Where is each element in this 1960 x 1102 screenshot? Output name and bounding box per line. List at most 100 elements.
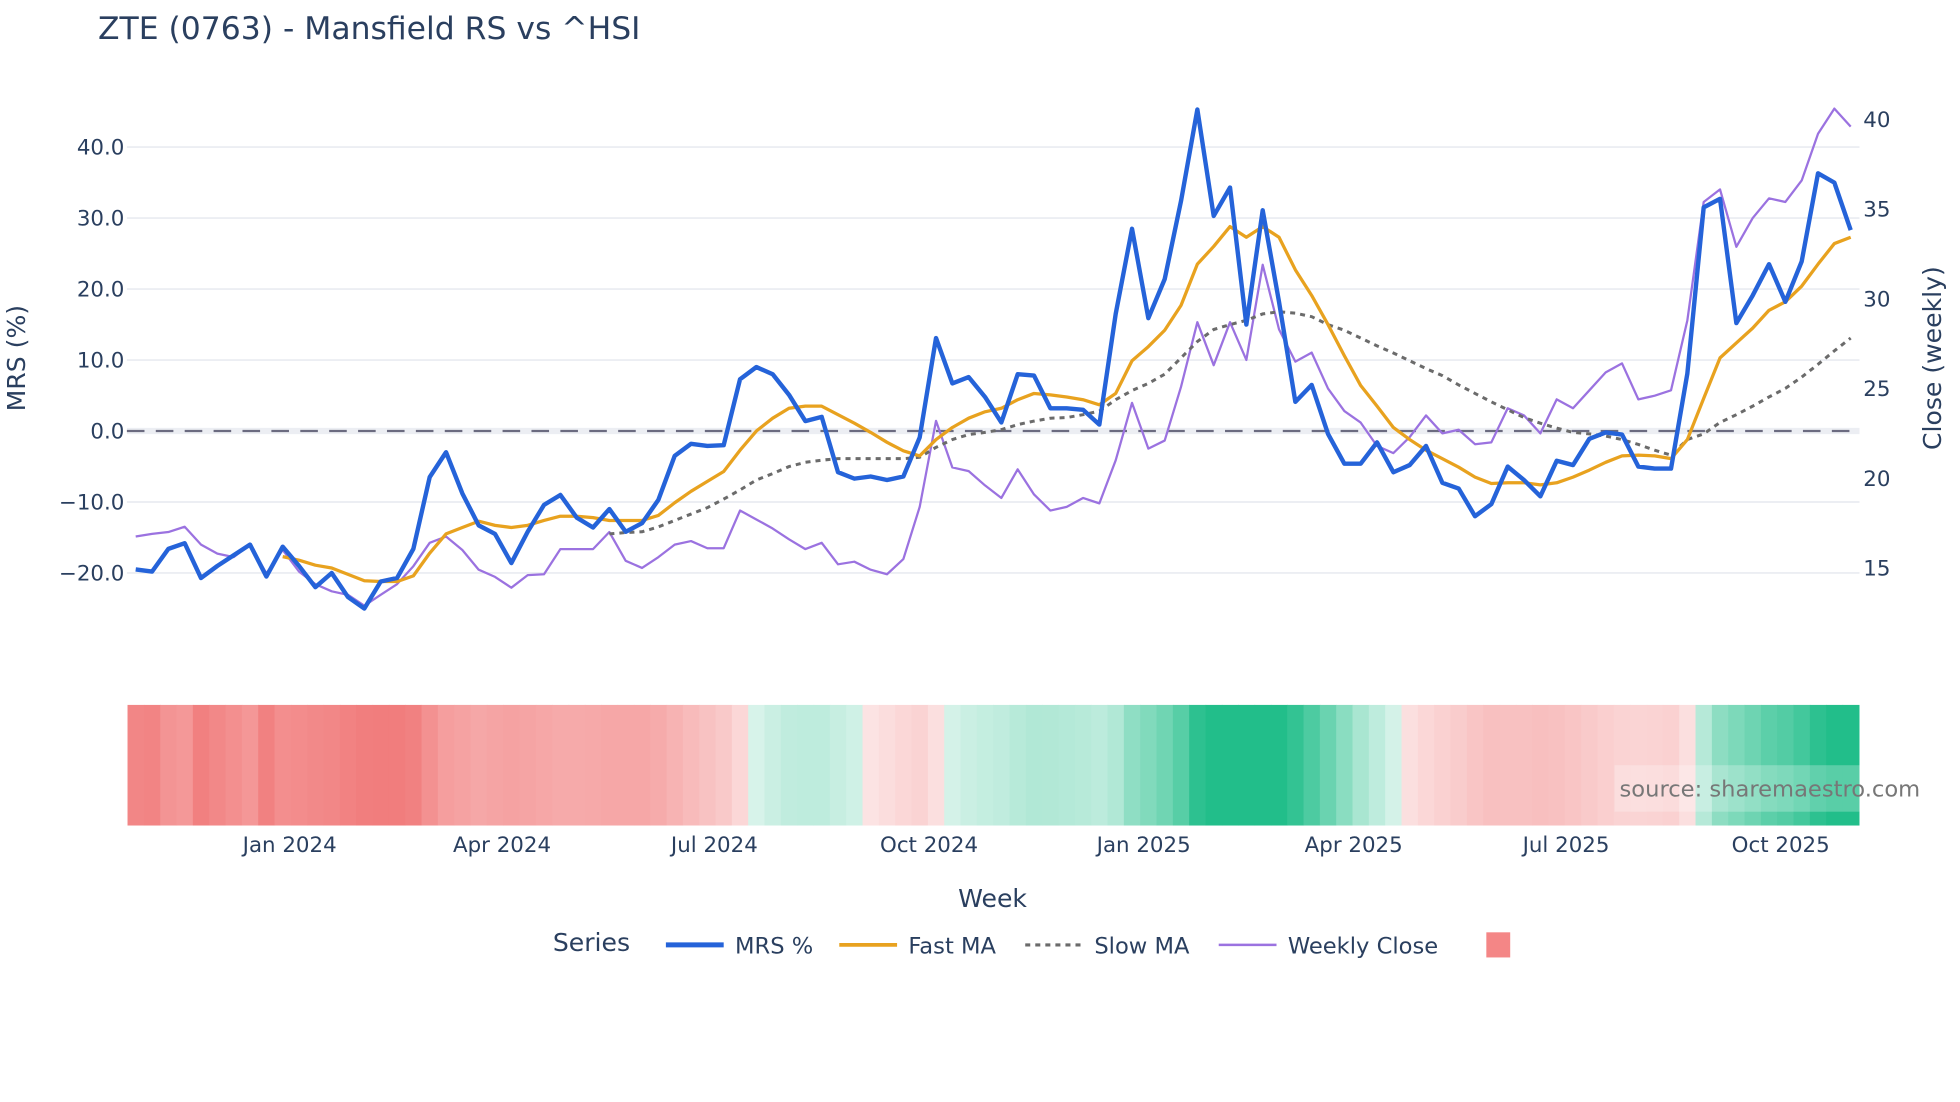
gridlines [126,146,1860,574]
heatmap-cell [519,704,537,826]
legend-swatch-heatmap[interactable] [1486,932,1511,958]
legend-title: Series [553,928,630,957]
heatmap-cell [911,704,929,826]
legend-item-weekly-close[interactable]: Weekly Close [1218,934,1438,960]
x-tick-label: Oct 2025 [1732,833,1830,858]
legend-item-mrs[interactable]: MRS % [665,934,813,960]
x-axis-ticks: Jan 2024 Apr 2024 Jul 2024 Oct 2024 Jan 2025… [241,833,1830,858]
heatmap-cell [1417,704,1435,826]
x-tick-label: Jul 2025 [1521,833,1610,858]
heatmap-cell [797,704,815,826]
heatmap-cell [895,704,913,826]
heatmap-cell [421,704,439,826]
x-tick-label: Jul 2024 [669,833,758,858]
y2-tick-label: 30 [1863,287,1890,312]
x-tick-label: Oct 2024 [880,833,978,858]
heatmap-cell [731,704,749,826]
heatmap-cell [1581,704,1599,826]
heatmap-cell [225,704,243,826]
heatmap-cell [486,704,504,826]
heatmap-cell [323,704,341,826]
heatmap-cell [1352,704,1370,826]
heatmap-cell [192,704,210,826]
heatmap-cell [1221,704,1239,826]
heatmap-cell [960,704,978,826]
y-tick-label: 40.0 [77,136,125,161]
heatmap-cell [388,704,406,826]
heatmap-cell [1058,704,1076,826]
heatmap-cell [1123,704,1141,826]
y2-tick-label: 40 [1863,108,1890,133]
heatmap-cell [274,704,292,826]
heatmap-cell [584,704,602,826]
x-tick-label: Apr 2024 [453,833,551,858]
y2-axis-title: Close (weekly) [1918,266,1947,450]
y2-tick-label: 15 [1863,557,1890,582]
heatmap-cell [764,704,782,826]
heatmap-cell [241,704,259,826]
heatmap-cell [944,704,962,826]
heatmap-cell [470,704,488,826]
heatmap-cell [1140,704,1158,826]
heatmap-cell [290,704,308,826]
heatmap-cell [552,704,570,826]
heatmap-cell [1368,704,1386,826]
heatmap-cell [699,704,717,826]
heatmap-cell [1466,704,1484,826]
heatmap-cell [1597,704,1615,826]
heatmap-cell [682,704,700,826]
heatmap-cell [601,704,619,826]
heatmap-cell [1319,704,1337,826]
y2-tick-label: 35 [1863,198,1890,223]
y2-tick-label: 20 [1863,467,1890,492]
heatmap-cell [1254,704,1272,826]
heatmap-cell [1499,704,1517,826]
heatmap-cell [1172,704,1190,826]
heatmap-cell [862,704,880,826]
heatmap-cell [339,704,357,826]
heatmap-cell [258,704,276,826]
heatmap-cell [176,704,194,826]
heatmap-cell [454,704,472,826]
heatmap-cell [1025,704,1043,826]
heatmap-cell [976,704,994,826]
y-tick-label: 10.0 [77,349,125,374]
heatmap-cell [1450,704,1468,826]
legend-item-fast-ma[interactable]: Fast MA [839,934,997,960]
heatmap-cell [307,704,325,826]
heatmap-cell [1205,704,1223,826]
mansfield-rs-chart: ZTE (0763) - Mansfield RS vs ^HSI −20.0 −… [2,11,1947,960]
heatmap-cell [1548,704,1566,826]
chart-title: ZTE (0763) - Mansfield RS vs ^HSI [98,11,640,47]
heatmap-cell [209,704,227,826]
heatmap-cell [1532,704,1550,826]
legend-label-weekly-close: Weekly Close [1288,934,1438,960]
x-axis-title: Week [958,884,1027,913]
heatmap-cell [1401,704,1419,826]
heatmap-cell [503,704,521,826]
legend-label-mrs: MRS % [735,934,813,960]
y-tick-label: 20.0 [77,278,125,303]
series-line-mrs [135,107,1853,611]
y-tick-label: 0.0 [90,420,124,445]
series-lines [135,107,1853,611]
heatmap-cell [535,704,553,826]
heatmap-cell [633,704,651,826]
heatmap-cell [1156,704,1174,826]
x-tick-label: Apr 2025 [1305,833,1403,858]
legend-item-slow-ma[interactable]: Slow MA [1025,934,1190,960]
heatmap-strip [127,704,1860,826]
y-tick-label: 30.0 [77,207,125,232]
heatmap-cell [1483,704,1501,826]
heatmap-cell [127,704,145,826]
heatmap-cell [829,704,847,826]
heatmap-cell [1287,704,1305,826]
heatmap-cell [160,704,178,826]
series-line-fast-ma [282,224,1852,584]
y-tick-label: −20.0 [59,562,124,587]
heatmap-cell [993,704,1011,826]
heatmap-cell [1107,704,1125,826]
y-tick-label: −10.0 [59,491,124,516]
heatmap-cell [405,704,423,826]
heatmap-cell [1238,704,1256,826]
